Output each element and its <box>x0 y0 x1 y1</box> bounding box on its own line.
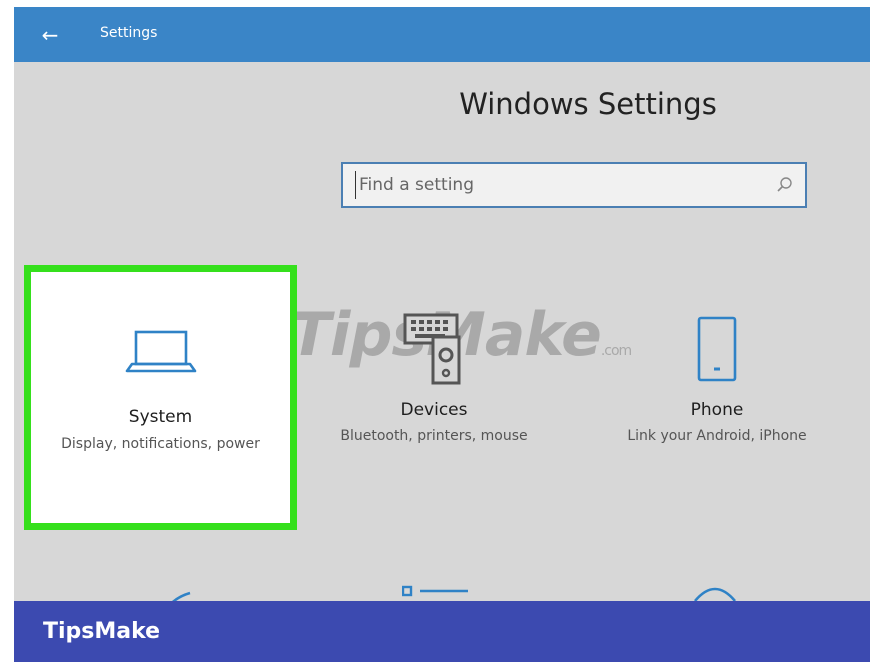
accounts-icon-partial <box>694 587 736 601</box>
network-icon-partial <box>172 591 191 601</box>
settings-window: ← Settings Windows Settings TipsMake.com… <box>14 7 870 601</box>
window-title: Settings <box>100 25 158 41</box>
back-arrow-icon[interactable]: ← <box>36 21 64 49</box>
tile-system[interactable]: System Display, notifications, power <box>24 265 297 530</box>
tile-system-name: System <box>128 407 193 427</box>
phone-icon <box>697 316 737 382</box>
tile-devices-description: Bluetooth, printers, mouse <box>340 428 528 444</box>
page-title: Windows Settings <box>459 87 717 121</box>
brand-banner: TipsMake <box>14 601 870 662</box>
laptop-icon <box>125 330 197 373</box>
tile-system-description: Display, notifications, power <box>61 436 260 452</box>
brand-logo-text: TipsMake <box>43 619 161 644</box>
search-input[interactable] <box>355 171 779 199</box>
tile-devices[interactable]: Devices Bluetooth, printers, mouse <box>319 297 549 527</box>
page-title-row: Windows Settings <box>14 87 870 121</box>
image-frame: ← Settings Windows Settings TipsMake.com… <box>0 0 870 662</box>
search-box[interactable] <box>341 162 807 208</box>
tile-phone-name: Phone <box>690 400 744 420</box>
tile-phone-description: Link your Android, iPhone <box>627 428 807 444</box>
title-bar: ← Settings <box>14 7 870 62</box>
devices-icon <box>403 313 461 385</box>
tile-devices-name: Devices <box>400 400 468 420</box>
search-icon[interactable] <box>773 174 795 196</box>
personalization-icon-partial <box>402 585 468 597</box>
tile-phone[interactable]: Phone Link your Android, iPhone <box>602 297 832 527</box>
